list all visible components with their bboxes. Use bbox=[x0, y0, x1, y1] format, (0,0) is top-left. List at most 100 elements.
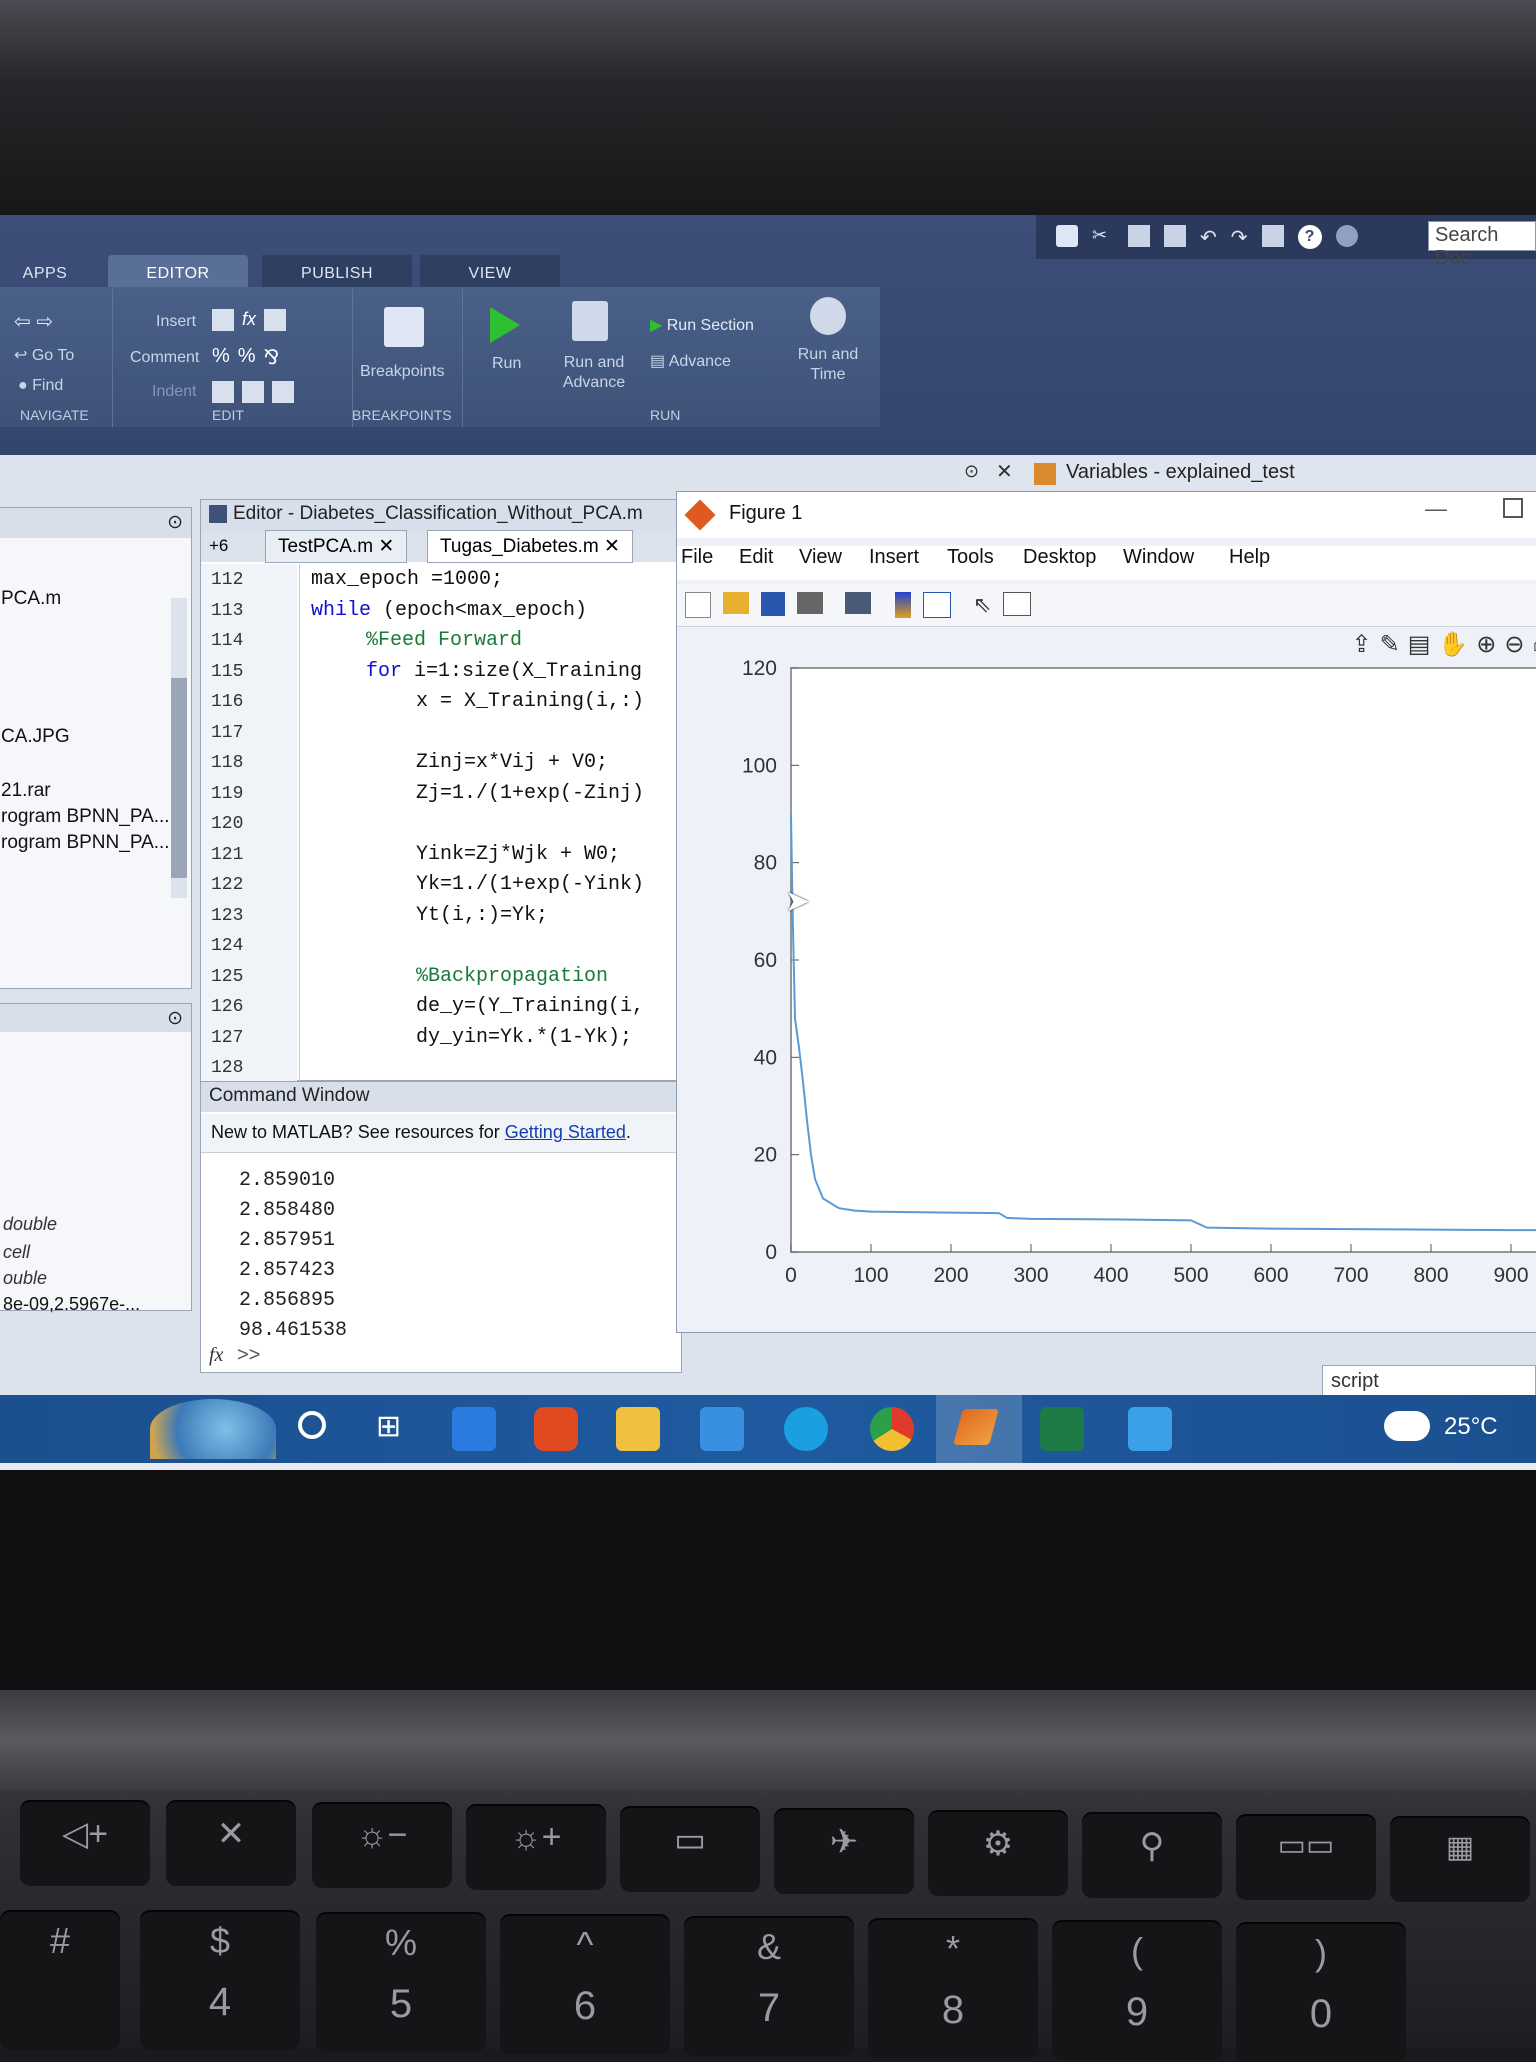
find-button[interactable]: ● Find bbox=[18, 377, 63, 395]
close-icon[interactable]: ✕ bbox=[996, 459, 1013, 484]
increase-indent-icon[interactable] bbox=[242, 381, 264, 403]
notification-icon[interactable] bbox=[1336, 225, 1358, 247]
getting-started-link[interactable]: Getting Started bbox=[505, 1122, 626, 1142]
wrap-comment-icon[interactable]: ⅋ bbox=[264, 345, 280, 370]
code-line[interactable]: 115for i=1:size(X_Training bbox=[201, 658, 681, 689]
breakpoints-button[interactable]: Breakpoints bbox=[360, 363, 445, 381]
file-item[interactable]: PCA.m bbox=[1, 588, 61, 610]
code-line[interactable]: 124 bbox=[201, 932, 681, 963]
excel-icon[interactable] bbox=[1040, 1407, 1084, 1451]
legend-icon[interactable] bbox=[923, 592, 951, 618]
colorbar-icon[interactable] bbox=[895, 592, 911, 618]
tab-tugas-diabetes[interactable]: Tugas_Diabetes.m ✕ bbox=[427, 530, 633, 563]
file-item[interactable]: 21.rar bbox=[1, 780, 51, 802]
copy-icon[interactable] bbox=[1128, 225, 1150, 247]
redo-icon[interactable]: ↷ bbox=[1231, 225, 1248, 250]
code-line[interactable]: 112max_epoch =1000; bbox=[201, 566, 681, 597]
insert-function-icon[interactable] bbox=[264, 309, 286, 331]
cut-icon[interactable]: ✂ bbox=[1092, 225, 1114, 247]
undo-icon[interactable]: ↶ bbox=[1200, 225, 1217, 250]
breakpoints-icon[interactable] bbox=[384, 307, 424, 347]
open-icon[interactable] bbox=[723, 592, 749, 614]
run-icon[interactable] bbox=[490, 307, 520, 343]
code-line[interactable]: 125%Backpropagation bbox=[201, 963, 681, 994]
menu-insert[interactable]: Insert bbox=[869, 546, 919, 569]
advance-button[interactable]: ▤ Advance bbox=[650, 351, 731, 371]
uncomment-icon[interactable]: % bbox=[238, 345, 256, 370]
edge-icon[interactable] bbox=[784, 1407, 828, 1451]
tab-testpca[interactable]: TestPCA.m ✕ bbox=[265, 530, 407, 563]
chrome-icon[interactable] bbox=[870, 1407, 914, 1451]
code-line[interactable]: 113while (epoch<max_epoch) bbox=[201, 597, 681, 628]
comment-button[interactable]: Comment bbox=[130, 349, 199, 367]
code-line[interactable]: 116x = X_Training(i,:) bbox=[201, 688, 681, 719]
search-documentation-input[interactable]: Search Doc bbox=[1428, 221, 1536, 251]
variables-tab[interactable]: ⊙ ✕ Variables - explained_test bbox=[960, 457, 1536, 491]
menu-tools[interactable]: Tools bbox=[947, 546, 994, 569]
smart-indent-icon[interactable] bbox=[212, 381, 234, 403]
code-line[interactable]: 122Yk=1./(1+exp(-Yink) bbox=[201, 871, 681, 902]
run-section-button[interactable]: ▶ Run Section bbox=[650, 315, 754, 335]
switch-windows-icon[interactable] bbox=[1262, 225, 1284, 247]
new-figure-icon[interactable] bbox=[685, 592, 711, 618]
command-prompt[interactable]: fx >> bbox=[209, 1344, 260, 1367]
menu-edit[interactable]: Edit bbox=[739, 546, 773, 569]
save-icon[interactable] bbox=[1056, 225, 1078, 247]
office-icon[interactable] bbox=[534, 1407, 578, 1451]
taskbar-search-box[interactable]: script bbox=[1322, 1365, 1536, 1399]
file-item[interactable]: CA.JPG bbox=[1, 726, 70, 748]
close-tab-icon[interactable]: ✕ bbox=[604, 536, 620, 557]
back-forward-icon[interactable]: ⇦ ⇨ bbox=[14, 309, 53, 334]
code-line[interactable]: 128 bbox=[201, 1054, 681, 1085]
store-icon[interactable] bbox=[452, 1407, 496, 1451]
more-tabs-button[interactable]: +6 bbox=[209, 536, 228, 556]
run-and-advance-button[interactable]: Run and Advance bbox=[554, 353, 634, 393]
fx-icon[interactable]: fx bbox=[242, 309, 256, 331]
run-button[interactable]: Run bbox=[492, 355, 521, 373]
menu-help[interactable]: Help bbox=[1229, 546, 1270, 569]
insert-button[interactable]: Insert bbox=[156, 313, 196, 331]
matlab-taskbar-button[interactable] bbox=[936, 1395, 1022, 1463]
code-line[interactable]: 127dy_yin=Yk.*(1-Yk); bbox=[201, 1024, 681, 1055]
code-line[interactable]: 126de_y=(Y_Training(i, bbox=[201, 993, 681, 1024]
pointer-icon[interactable]: ⇖ bbox=[973, 592, 991, 618]
goto-button[interactable]: ↩ Go To bbox=[14, 345, 74, 365]
menu-window[interactable]: Window bbox=[1123, 546, 1194, 569]
file-explorer-icon[interactable] bbox=[616, 1407, 660, 1451]
panel-menu-icon[interactable]: ⊙ bbox=[167, 1007, 183, 1030]
decrease-indent-icon[interactable] bbox=[272, 381, 294, 403]
help-icon[interactable]: ? bbox=[1298, 225, 1322, 249]
minimize-icon[interactable]: — bbox=[1425, 496, 1447, 522]
indent-button[interactable]: Indent bbox=[152, 383, 196, 401]
code-lines[interactable]: 112max_epoch =1000;113while (epoch<max_e… bbox=[201, 566, 681, 1085]
print-icon[interactable] bbox=[797, 592, 823, 614]
property-editor-icon[interactable] bbox=[1003, 592, 1031, 616]
maximize-icon[interactable] bbox=[1503, 498, 1523, 518]
menu-view[interactable]: View bbox=[799, 546, 842, 569]
run-and-time-button[interactable]: Run and Time bbox=[788, 345, 868, 385]
code-line[interactable]: 118Zinj=x*Vij + V0; bbox=[201, 749, 681, 780]
run-and-advance-icon[interactable] bbox=[572, 301, 608, 341]
folder-scrollbar[interactable] bbox=[171, 598, 187, 898]
code-line[interactable]: 121Yink=Zj*Wjk + W0; bbox=[201, 841, 681, 872]
save-icon[interactable] bbox=[761, 592, 785, 616]
insert-section-icon[interactable] bbox=[212, 309, 234, 331]
menu-desktop[interactable]: Desktop bbox=[1023, 546, 1096, 569]
link-icon[interactable] bbox=[845, 592, 871, 614]
comment-icon[interactable]: % bbox=[212, 345, 230, 370]
dropdown-icon[interactable]: ⊙ bbox=[964, 461, 979, 482]
menu-file[interactable]: File bbox=[681, 546, 713, 569]
code-line[interactable]: 119Zj=1./(1+exp(-Zinj) bbox=[201, 780, 681, 811]
code-line[interactable]: 123Yt(i,:)=Yk; bbox=[201, 902, 681, 933]
fx-icon[interactable]: fx bbox=[209, 1344, 223, 1366]
code-line[interactable]: 117 bbox=[201, 719, 681, 750]
mail-icon[interactable] bbox=[700, 1407, 744, 1451]
file-item[interactable]: rogram BPNN_PA... bbox=[1, 832, 170, 854]
panel-menu-icon[interactable]: ⊙ bbox=[167, 511, 183, 534]
file-item[interactable]: rogram BPNN_PA... bbox=[1, 806, 170, 828]
search-icon[interactable] bbox=[298, 1411, 326, 1439]
code-line[interactable]: 120 bbox=[201, 810, 681, 841]
task-view-icon[interactable]: ⊞ bbox=[376, 1409, 401, 1444]
code-line[interactable]: 114%Feed Forward bbox=[201, 627, 681, 658]
paste-icon[interactable] bbox=[1164, 225, 1186, 247]
